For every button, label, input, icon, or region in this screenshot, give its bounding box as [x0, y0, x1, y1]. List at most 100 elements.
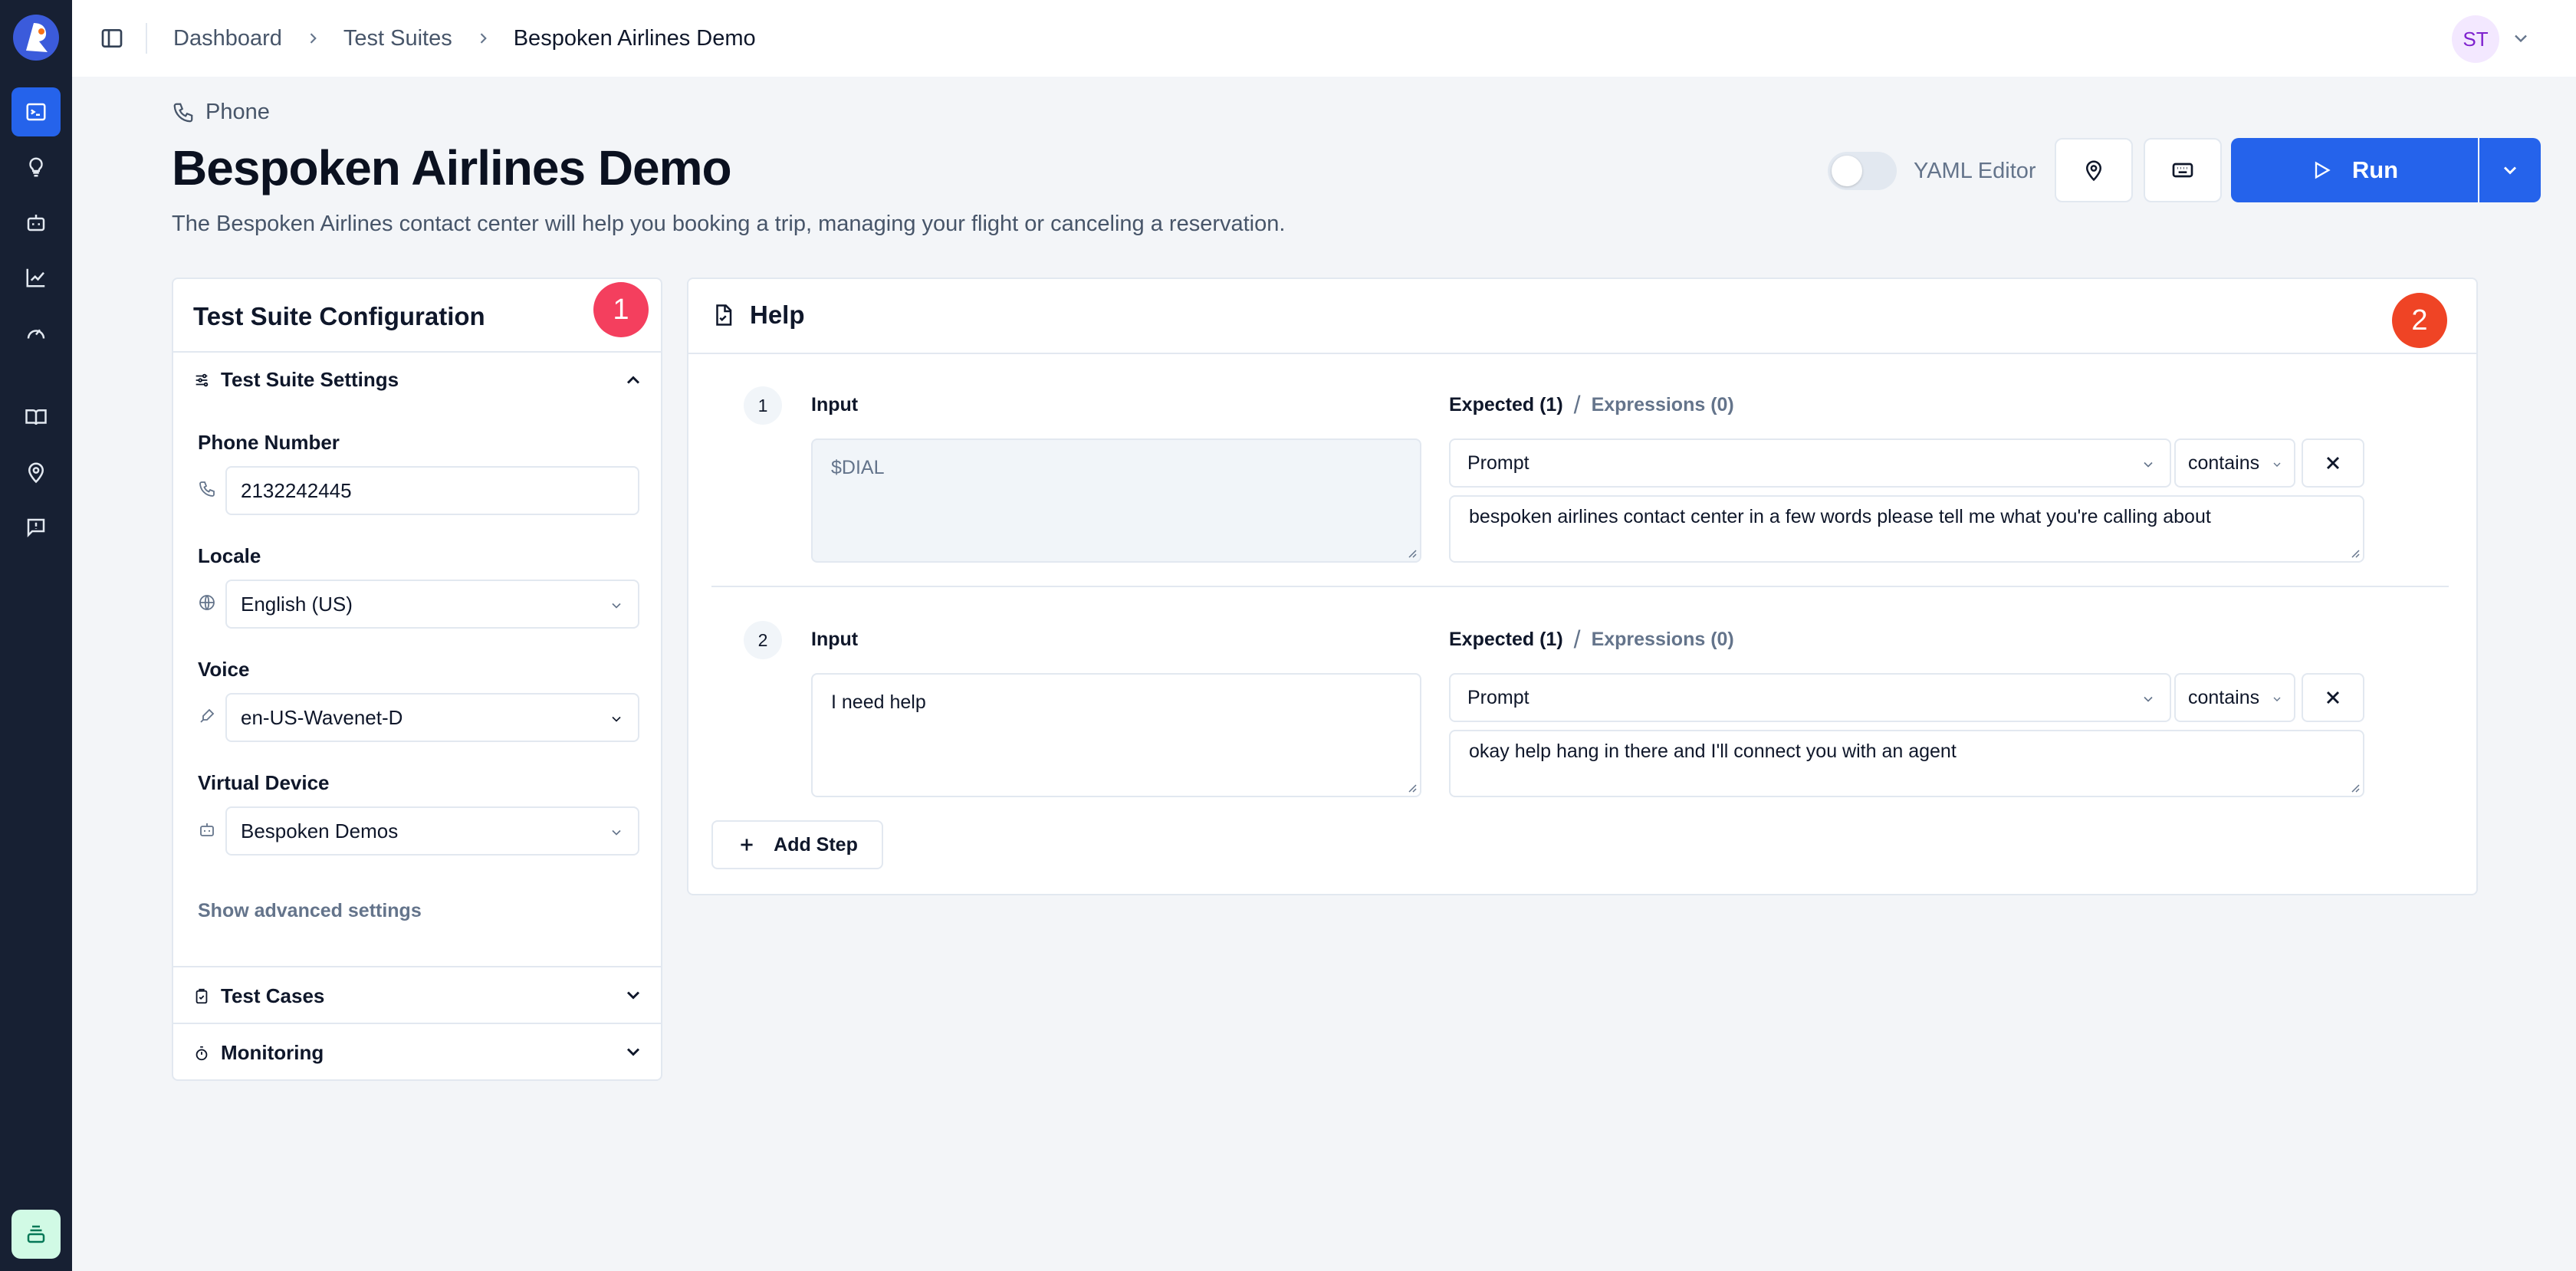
- help-header: Help: [711, 301, 805, 330]
- divider: [688, 353, 2476, 354]
- stopwatch-icon: [193, 1045, 210, 1062]
- top-bar: Dashboard Test Suites Bespoken Airlines …: [72, 0, 2576, 77]
- microphone-icon: [198, 707, 216, 725]
- settings-label: Test Suite Settings: [221, 368, 399, 391]
- chevron-down-icon: [2141, 457, 2156, 472]
- location-button[interactable]: [2055, 138, 2133, 202]
- show-advanced-settings-link[interactable]: Show advanced settings: [198, 900, 422, 922]
- expected-text-field[interactable]: bespoken airlines contact center in a fe…: [1449, 495, 2364, 563]
- test-suite-settings-header[interactable]: Test Suite Settings: [193, 368, 399, 392]
- chevron-down-icon[interactable]: [623, 1041, 644, 1062]
- step-input-label: Input: [811, 394, 859, 415]
- voice-select[interactable]: en-US-Wavenet-D: [225, 693, 639, 742]
- step-number: 1: [744, 386, 782, 425]
- run-label: Run: [2351, 156, 2399, 183]
- test-case-panel: Help 2 1 Input $DIAL Expected (1) / Expr…: [687, 278, 2478, 895]
- operator-value: contains: [2188, 686, 2260, 708]
- chevron-down-icon: [609, 598, 624, 613]
- expected-field-select[interactable]: Prompt: [1449, 438, 2171, 488]
- locale-select[interactable]: English (US): [225, 580, 639, 629]
- add-step-label: Add Step: [774, 833, 858, 856]
- close-icon: [2326, 456, 2340, 470]
- expected-tab[interactable]: Expected (1): [1449, 629, 1563, 651]
- test-suite-configuration-panel: Test Suite Configuration 1 Test Suite Se…: [172, 278, 662, 1081]
- nav-gauge-icon[interactable]: [12, 308, 61, 357]
- expressions-tab[interactable]: Expressions (0): [1592, 394, 1734, 416]
- expected-tabs: Expected (1) / Expressions (0): [1449, 391, 1734, 419]
- config-title: Test Suite Configuration: [193, 302, 485, 330]
- resize-handle-icon[interactable]: [2349, 547, 2360, 558]
- nav-test-suites-icon[interactable]: [12, 87, 61, 136]
- bot-icon: [198, 820, 216, 839]
- test-cases-label: Test Cases: [221, 984, 325, 1007]
- expected-field-select[interactable]: Prompt: [1449, 673, 2171, 722]
- chevron-right-icon: [305, 31, 320, 46]
- yaml-editor-label: YAML Editor: [1914, 158, 2036, 183]
- app-nav-rail: [0, 0, 72, 1271]
- run-options-button[interactable]: [2479, 138, 2541, 202]
- breadcrumb-test-suites[interactable]: Test Suites: [343, 26, 452, 51]
- test-cases-header[interactable]: Test Cases: [193, 984, 324, 1008]
- resize-handle-icon[interactable]: [1406, 547, 1417, 558]
- topbar-divider: [146, 23, 147, 54]
- phone-number-input[interactable]: 2132242445: [225, 466, 639, 515]
- nav-docs-icon[interactable]: [12, 392, 61, 442]
- nav-analytics-icon[interactable]: [12, 253, 61, 302]
- step-badge-1: 1: [593, 282, 649, 337]
- user-avatar[interactable]: ST: [2452, 15, 2499, 63]
- page-title: Bespoken Airlines Demo: [172, 140, 732, 195]
- chevron-up-icon[interactable]: [623, 369, 644, 391]
- keyboard-button[interactable]: [2144, 138, 2222, 202]
- step-input-label: Input: [811, 629, 859, 650]
- channel-label: Phone: [172, 100, 270, 125]
- expected-tabs: Expected (1) / Expressions (0): [1449, 626, 1734, 654]
- keyboard-icon: [2172, 163, 2193, 178]
- step-input-value: $DIAL: [831, 457, 885, 478]
- chevron-down-icon[interactable]: [2510, 28, 2532, 49]
- monitoring-label: Monitoring: [221, 1041, 324, 1064]
- operator-select[interactable]: contains: [2174, 673, 2295, 722]
- remove-expectation-button[interactable]: [2302, 673, 2364, 722]
- nav-ideas-icon[interactable]: [12, 143, 61, 192]
- expected-field-value: Prompt: [1467, 452, 1530, 474]
- resize-handle-icon[interactable]: [1406, 782, 1417, 793]
- chevron-down-icon: [609, 711, 624, 727]
- phone-number-value: 2132242445: [241, 478, 352, 502]
- chevron-down-icon: [2503, 166, 2517, 175]
- app-logo-icon[interactable]: [11, 12, 61, 63]
- nav-location-icon[interactable]: [12, 448, 61, 497]
- divider: [173, 966, 661, 967]
- step-input-field[interactable]: $DIAL: [811, 438, 1421, 563]
- breadcrumb-current: Bespoken Airlines Demo: [513, 25, 756, 51]
- page-description: The Bespoken Airlines contact center wil…: [172, 212, 1286, 236]
- globe-icon: [198, 593, 216, 612]
- remove-expectation-button[interactable]: [2302, 438, 2364, 488]
- run-button[interactable]: Run: [2231, 138, 2478, 202]
- chevron-right-icon: [475, 31, 491, 46]
- yaml-editor-toggle[interactable]: [1828, 152, 1897, 190]
- virtual-device-value: Bespoken Demos: [241, 819, 399, 842]
- operator-select[interactable]: contains: [2174, 438, 2295, 488]
- expected-text-value: bespoken airlines contact center in a fe…: [1469, 506, 2211, 527]
- nav-bot-icon[interactable]: [12, 198, 61, 247]
- expected-text-field[interactable]: okay help hang in there and I'll connect…: [1449, 730, 2364, 797]
- plus-icon: [737, 835, 757, 855]
- breadcrumb-dashboard[interactable]: Dashboard: [173, 26, 282, 51]
- step-input-field[interactable]: I need help: [811, 673, 1421, 797]
- virtual-device-select[interactable]: Bespoken Demos: [225, 806, 639, 856]
- phone-icon: [172, 101, 195, 124]
- chevron-down-icon: [2271, 693, 2283, 705]
- yaml-editor-control: YAML Editor: [1828, 152, 2036, 190]
- expressions-tab[interactable]: Expressions (0): [1592, 629, 1734, 651]
- nav-stack-icon[interactable]: [12, 1210, 61, 1259]
- add-step-button[interactable]: Add Step: [711, 820, 883, 869]
- step-number: 2: [744, 621, 782, 659]
- chevron-down-icon[interactable]: [623, 984, 644, 1006]
- sidebar-toggle-icon[interactable]: [100, 26, 124, 51]
- monitoring-header[interactable]: Monitoring: [193, 1041, 324, 1065]
- chevron-down-icon: [2141, 691, 2156, 707]
- clipboard-icon: [193, 988, 210, 1005]
- expected-tab[interactable]: Expected (1): [1449, 394, 1563, 416]
- nav-feedback-icon[interactable]: [12, 503, 61, 552]
- resize-handle-icon[interactable]: [2349, 782, 2360, 793]
